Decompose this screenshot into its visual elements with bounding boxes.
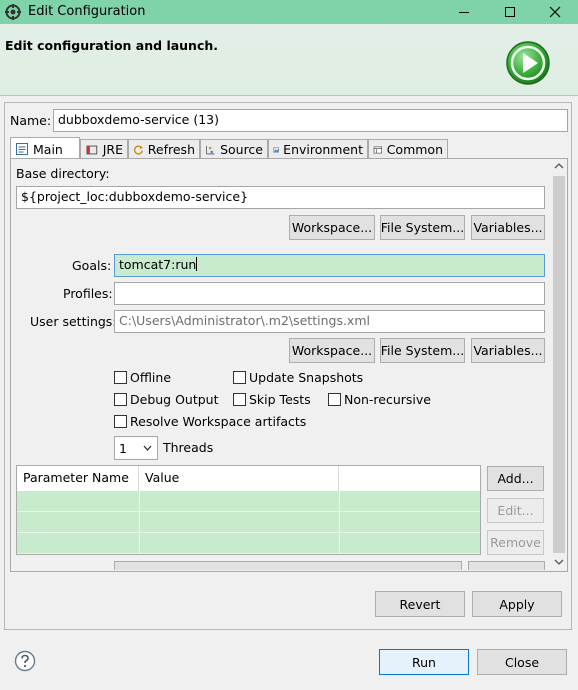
column-header-filler [339, 466, 480, 491]
tab-refresh-label: Refresh [147, 142, 195, 157]
refresh-icon [133, 144, 144, 155]
help-icon[interactable] [14, 650, 36, 672]
variables-button[interactable]: Variables... [471, 215, 545, 240]
update-snapshots-checkbox[interactable] [233, 371, 246, 384]
maximize-button[interactable] [487, 0, 533, 24]
tab-source-label: Source [220, 142, 263, 157]
settings-variables-button[interactable]: Variables... [471, 338, 545, 363]
header-title: Edit configuration and launch. [5, 38, 219, 53]
tab-main-label: Main [33, 141, 63, 157]
resolve-workspace-checkbox[interactable] [114, 415, 127, 428]
tab-source[interactable]: Source [200, 139, 268, 159]
settings-file-system-button[interactable]: File System... [380, 338, 465, 363]
column-header-value[interactable]: Value [139, 466, 339, 491]
apply-button[interactable]: Apply [472, 591, 562, 617]
name-label: Name: [10, 113, 52, 128]
remove-parameter-button[interactable]: Remove [487, 530, 544, 555]
profiles-label: Profiles: [63, 286, 113, 301]
run-launch-icon [506, 41, 550, 85]
base-directory-field[interactable]: ${project_loc:dubboxdemo-service} [16, 186, 545, 209]
run-button[interactable]: Run [379, 649, 469, 675]
jre-icon [86, 145, 98, 154]
threads-label: Threads [163, 440, 214, 455]
skip-tests-label: Skip Tests [249, 392, 311, 407]
tab-refresh[interactable]: Refresh [128, 139, 200, 159]
threads-select[interactable]: 1 [114, 436, 158, 460]
goals-field[interactable]: tomcat7:run [114, 254, 545, 277]
offline-label: Offline [130, 370, 172, 385]
revert-button[interactable]: Revert [375, 591, 465, 617]
header-banner [0, 24, 578, 96]
settings-workspace-button[interactable]: Workspace... [289, 338, 375, 363]
minimize-button[interactable] [441, 0, 487, 24]
offline-checkbox[interactable] [114, 371, 127, 384]
tab-main[interactable]: Main [10, 137, 80, 160]
parameters-table[interactable]: Parameter Name Value [16, 465, 481, 555]
table-row[interactable] [17, 533, 480, 554]
minimize-icon [459, 12, 469, 13]
tab-environment[interactable]: Environment [268, 139, 368, 159]
debug-output-checkbox[interactable] [114, 393, 127, 406]
tab-environment-label: Environment [283, 142, 363, 157]
close-icon [549, 6, 561, 18]
user-settings-field[interactable]: C:\Users\Administrator\.m2\settings.xml [114, 310, 545, 333]
resolve-workspace-label: Resolve Workspace artifacts [130, 414, 307, 429]
goals-value: tomcat7:run [119, 257, 197, 272]
debug-output-label: Debug Output [130, 392, 219, 407]
update-snapshots-label: Update Snapshots [249, 370, 364, 385]
scrollbar-thumb[interactable] [553, 176, 565, 553]
clipped-control [114, 561, 462, 570]
edit-parameter-button[interactable]: Edit... [487, 498, 544, 523]
window-title: Edit Configuration [28, 4, 146, 19]
maximize-icon [505, 7, 515, 17]
close-window-button[interactable] [532, 0, 578, 24]
scroll-down-icon[interactable] [554, 558, 564, 566]
common-icon [373, 146, 382, 153]
scroll-up-icon[interactable] [554, 162, 564, 170]
close-button[interactable]: Close [477, 649, 567, 675]
tab-jre-label: JRE [102, 142, 123, 157]
tab-common[interactable]: Common [368, 139, 448, 159]
table-row[interactable] [17, 512, 480, 533]
non-recursive-checkbox[interactable] [328, 393, 341, 406]
file-system-button[interactable]: File System... [380, 215, 465, 240]
tab-jre[interactable]: JRE [80, 139, 128, 159]
source-icon [206, 145, 215, 154]
goals-label: Goals: [72, 258, 112, 273]
environment-icon [273, 147, 279, 152]
name-field[interactable]: dubboxdemo-service (13) [53, 109, 568, 132]
skip-tests-checkbox[interactable] [233, 393, 246, 406]
add-parameter-button[interactable]: Add... [487, 466, 544, 491]
eclipse-app-icon [5, 4, 21, 20]
column-header-parameter-name[interactable]: Parameter Name [17, 466, 139, 491]
tab-common-label: Common [386, 142, 443, 157]
main-tab-icon [16, 143, 28, 155]
threads-value: 1 [119, 440, 127, 456]
chevron-down-icon [143, 445, 152, 451]
workspace-button[interactable]: Workspace... [289, 215, 375, 240]
text-cursor [196, 257, 198, 271]
base-directory-label: Base directory: [16, 166, 110, 181]
profiles-field[interactable] [114, 282, 545, 305]
clipped-button [468, 561, 545, 570]
table-row[interactable] [17, 491, 480, 512]
non-recursive-label: Non-recursive [344, 392, 431, 407]
user-settings-label: User settings: [30, 314, 117, 329]
